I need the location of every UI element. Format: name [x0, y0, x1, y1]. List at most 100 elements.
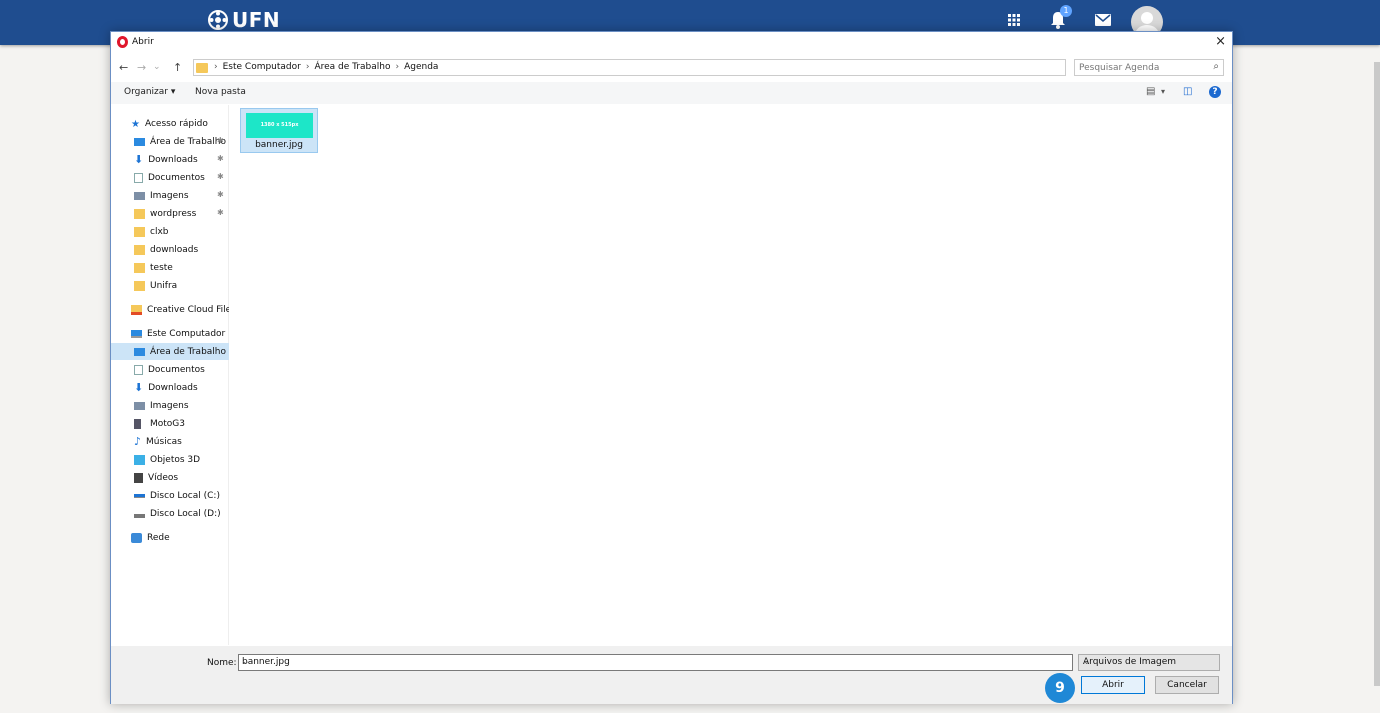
new-folder-button[interactable]: Nova pasta: [195, 87, 246, 97]
mail-icon[interactable]: [1091, 8, 1115, 32]
dialog-footer: Nome: banner.jpg ⌄ Arquivos de Imagem ⌄ …: [111, 646, 1232, 704]
dialog-titlebar: Abrir ×: [111, 32, 1232, 52]
sidebar-item-music[interactable]: ♪ Músicas: [111, 433, 229, 450]
sidebar-item-documents[interactable]: Documentos ✱: [111, 169, 229, 186]
document-icon: [134, 172, 143, 183]
cube-icon: [134, 454, 145, 465]
sidebar-item-label: downloads: [150, 244, 199, 255]
sidebar-item-label: MotoG3: [150, 418, 186, 429]
sidebar-item-pc-downloads[interactable]: ⬇ Downloads: [111, 379, 229, 396]
file-name: banner.jpg: [255, 140, 303, 150]
download-arrow-icon: ⬇: [134, 152, 144, 166]
sidebar-item-teste[interactable]: teste: [111, 259, 229, 276]
sidebar-item-quick-access[interactable]: ★ Acesso rápido: [111, 115, 229, 132]
sidebar-item-pc-documents[interactable]: Documentos: [111, 361, 229, 378]
pin-icon: ✱: [217, 154, 224, 163]
sidebar-item-videos[interactable]: Vídeos: [111, 469, 229, 486]
sidebar-item-label: Imagens: [150, 190, 189, 201]
breadcrumb-item[interactable]: Agenda: [404, 62, 438, 72]
chevron-down-icon[interactable]: ⌄: [242, 657, 1069, 667]
sidebar-item-downloads[interactable]: ⬇ Downloads ✱: [111, 151, 229, 168]
file-list: 1380 x 515px banner.jpg: [230, 105, 1232, 645]
close-button[interactable]: ×: [1215, 34, 1226, 49]
folder-icon: [134, 262, 145, 273]
breadcrumb-separator: ›: [395, 62, 400, 72]
search-icon[interactable]: ⌕: [1213, 61, 1219, 72]
sidebar-item-label: Acesso rápido: [144, 118, 208, 129]
back-button[interactable]: ←: [119, 59, 128, 76]
view-options-icon[interactable]: ▤: [1146, 86, 1155, 97]
folder-icon: [134, 244, 145, 255]
breadcrumb-separator: ›: [305, 62, 310, 72]
forward-button[interactable]: →: [137, 59, 146, 76]
preview-pane-icon[interactable]: ◫: [1183, 86, 1192, 97]
file-name-input[interactable]: banner.jpg ⌄: [238, 654, 1073, 671]
breadcrumb-item[interactable]: Este Computador: [223, 62, 301, 72]
up-button[interactable]: ↑: [173, 59, 182, 76]
document-icon: [134, 364, 143, 375]
sidebar-item-label: Objetos 3D: [150, 454, 201, 465]
folder-icon: [134, 208, 145, 219]
ufn-emblem-icon: [208, 10, 228, 30]
drive-icon: [134, 513, 145, 518]
sidebar-item-motog3[interactable]: MotoG3: [111, 415, 229, 432]
notification-count-badge: 1: [1060, 5, 1072, 17]
navigation-bar: ← → ⌄ ↑ › Este Computador › Área de Trab…: [111, 59, 1232, 76]
sidebar-item-label: Documentos: [148, 364, 205, 375]
breadcrumb-separator: ›: [214, 62, 218, 72]
download-arrow-icon: ⬇: [134, 380, 144, 394]
file-item[interactable]: 1380 x 515px banner.jpg: [240, 108, 318, 153]
sidebar-item-downloads-folder[interactable]: downloads: [111, 241, 229, 258]
sidebar-item-label: Downloads: [148, 154, 198, 165]
recent-locations-button[interactable]: ⌄: [153, 59, 161, 76]
breadcrumb: › Este Computador › Área de Trabalho › A…: [214, 62, 438, 72]
logo-text: UFN: [232, 8, 281, 32]
sidebar-item-desktop-selected[interactable]: Área de Trabalho: [111, 343, 229, 360]
address-bar[interactable]: › Este Computador › Área de Trabalho › A…: [193, 59, 1143, 76]
page-scrollbar[interactable]: [1374, 62, 1380, 686]
sidebar-item-label: Este Computador: [147, 328, 226, 339]
sidebar-item-creative-cloud[interactable]: Creative Cloud Files: [111, 301, 229, 318]
search-input[interactable]: [1079, 62, 1199, 74]
sidebar-item-label: teste: [150, 262, 173, 273]
sidebar-item-images[interactable]: Imagens ✱: [111, 187, 229, 204]
apps-grid-icon[interactable]: [1002, 8, 1026, 32]
sidebar-item-label: Imagens: [150, 400, 189, 411]
file-type-select[interactable]: Arquivos de Imagem ⌄: [1078, 654, 1220, 671]
sidebar-item-label: Disco Local (D:): [150, 508, 221, 519]
phone-icon: [134, 418, 141, 429]
cancel-button[interactable]: Cancelar: [1155, 676, 1219, 694]
notification-bell-icon[interactable]: 1: [1046, 5, 1072, 32]
sidebar-item-wordpress[interactable]: wordpress ✱: [111, 205, 229, 222]
sidebar-item-label: Vídeos: [148, 472, 179, 483]
help-icon[interactable]: ?: [1209, 86, 1221, 98]
opera-icon: [117, 36, 128, 48]
breadcrumb-item[interactable]: Área de Trabalho: [314, 62, 390, 72]
dialog-toolbar: Organizar ▾ Nova pasta ▤ ▾ ◫ ?: [111, 82, 1232, 104]
sidebar-item-label: Área de Trabalho: [150, 136, 227, 147]
sidebar-item-label: Downloads: [148, 382, 198, 393]
view-dropdown-icon[interactable]: ▾: [1161, 87, 1165, 96]
sidebar-item-pc-images[interactable]: Imagens: [111, 397, 229, 414]
open-file-dialog: Abrir × ← → ⌄ ↑ › Este Computador › Área…: [110, 31, 1233, 704]
search-box[interactable]: ⌕: [1074, 59, 1224, 76]
sidebar-item-3d-objects[interactable]: Objetos 3D: [111, 451, 229, 468]
drive-windows-icon: [134, 493, 145, 498]
sidebar-item-network[interactable]: Rede: [111, 529, 229, 546]
sidebar-item-clxb[interactable]: clxb: [111, 223, 229, 240]
sidebar-item-desktop[interactable]: Área de Trabalho ✱: [111, 133, 229, 150]
sidebar-item-label: Unifra: [150, 280, 178, 291]
desktop-icon: [134, 137, 145, 146]
dialog-title: Abrir: [132, 37, 154, 47]
sidebar-item-drive-d[interactable]: Disco Local (D:): [111, 505, 229, 522]
creative-cloud-folder-icon: [131, 304, 142, 315]
ufn-logo[interactable]: UFN: [207, 8, 280, 32]
pin-icon: ✱: [217, 190, 224, 199]
navigation-pane: ★ Acesso rápido Área de Trabalho ✱ ⬇ Dow…: [111, 105, 229, 645]
sidebar-item-this-pc[interactable]: Este Computador: [111, 325, 229, 342]
open-button[interactable]: Abrir: [1081, 676, 1145, 694]
folder-icon: [134, 280, 145, 291]
sidebar-item-unifra[interactable]: Unifra: [111, 277, 229, 294]
organize-menu-button[interactable]: Organizar ▾: [124, 87, 175, 97]
sidebar-item-drive-c[interactable]: Disco Local (C:): [111, 487, 229, 504]
